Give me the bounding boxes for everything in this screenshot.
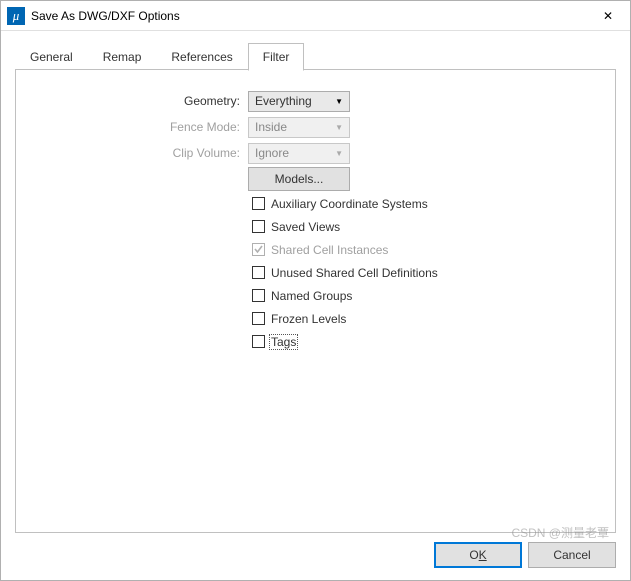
models-button[interactable]: Models... — [248, 167, 350, 191]
saved-views-label: Saved Views — [271, 220, 340, 234]
tags-label: Tags — [269, 334, 298, 350]
chevron-down-icon: ▼ — [335, 97, 343, 106]
dialog-button-bar: OK Cancel — [1, 534, 630, 580]
tab-filter[interactable]: Filter — [248, 43, 305, 71]
chevron-down-icon: ▼ — [335, 149, 343, 158]
aux-coord-checkbox[interactable] — [252, 197, 265, 210]
named-groups-checkbox[interactable] — [252, 289, 265, 302]
frozen-levels-label: Frozen Levels — [271, 312, 346, 326]
close-icon: ✕ — [603, 9, 613, 23]
chevron-down-icon: ▼ — [335, 123, 343, 132]
geometry-select[interactable]: Everything▼ — [248, 91, 350, 112]
clip-volume-select: Ignore▼ — [248, 143, 350, 164]
aux-coord-label: Auxiliary Coordinate Systems — [271, 197, 428, 211]
shared-cell-instances-label: Shared Cell Instances — [271, 243, 388, 257]
fence-mode-label: Fence Mode: — [16, 120, 248, 134]
close-button[interactable]: ✕ — [586, 1, 630, 31]
filter-panel: Geometry: Everything▼ Fence Mode: Inside… — [15, 69, 616, 533]
window-title: Save As DWG/DXF Options — [31, 9, 586, 23]
clip-volume-label: Clip Volume: — [16, 146, 248, 160]
app-icon: μ — [7, 7, 25, 25]
saved-views-checkbox[interactable] — [252, 220, 265, 233]
title-bar: μ Save As DWG/DXF Options ✕ — [1, 1, 630, 31]
geometry-label: Geometry: — [16, 94, 248, 108]
tab-general[interactable]: General — [15, 43, 88, 70]
tags-checkbox[interactable] — [252, 335, 265, 348]
tab-strip: General Remap References Filter — [15, 43, 616, 70]
cancel-button[interactable]: Cancel — [528, 542, 616, 568]
named-groups-label: Named Groups — [271, 289, 352, 303]
fence-mode-select: Inside▼ — [248, 117, 350, 138]
tab-remap[interactable]: Remap — [88, 43, 157, 70]
ok-button[interactable]: OK — [434, 542, 522, 568]
unused-shared-cell-checkbox[interactable] — [252, 266, 265, 279]
unused-shared-cell-label: Unused Shared Cell Definitions — [271, 266, 438, 280]
frozen-levels-checkbox[interactable] — [252, 312, 265, 325]
tab-references[interactable]: References — [156, 43, 247, 70]
shared-cell-instances-checkbox — [252, 243, 265, 256]
